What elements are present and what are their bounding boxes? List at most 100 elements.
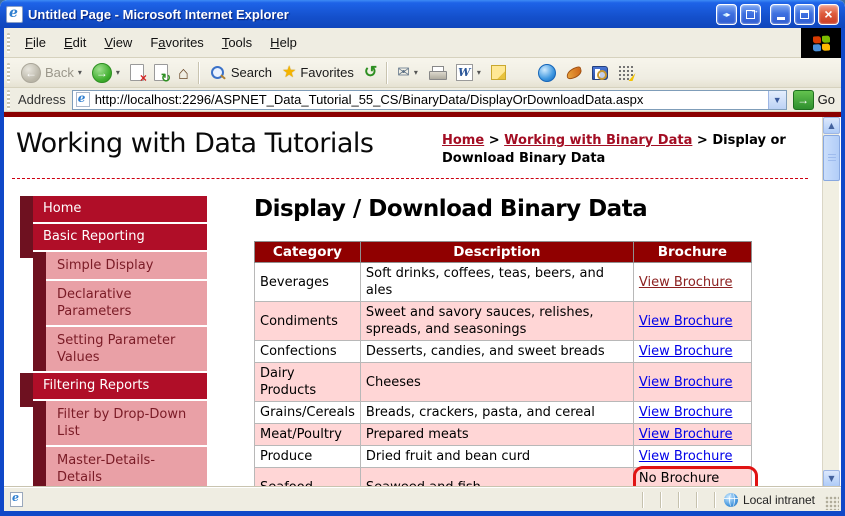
column-header-brochure: Brochure [633,242,751,263]
capture-button[interactable] [561,66,587,80]
favorites-button[interactable]: ★ Favorites [277,63,359,83]
site-title: Working with Data Tutorials [16,128,373,168]
column-header-description: Description [360,242,633,263]
sidebar-item-declarative-parameters[interactable]: Declarative Parameters [46,281,207,325]
discuss-button[interactable] [486,63,511,82]
sidebar-item-master-details-details[interactable]: Master-Details-Details [46,447,207,487]
brochure-cell: View Brochure [633,402,751,424]
research-button[interactable] [587,64,613,82]
nav-accent [20,224,33,258]
refresh-button[interactable]: ↻ [149,62,173,83]
brochure-cell: View Brochure [633,302,751,341]
description-cell: Soft drinks, coffees, teas, beers, and a… [360,263,633,302]
scrollbar-thumb[interactable] [823,135,840,181]
sidebar-item-setting-parameter-values[interactable]: Setting Parameter Values [46,327,207,371]
menu-bar: FileEditViewFavoritesToolsHelp [4,28,841,58]
scroll-up-icon[interactable]: ▲ [823,117,840,134]
view-brochure-link[interactable]: View Brochure [639,314,733,329]
data-table-body: BeveragesSoft drinks, coffees, teas, bee… [255,263,752,488]
description-cell: Dried fruit and bean curd [360,446,633,468]
toolbar-separator [386,62,388,84]
category-cell: Meat/Poultry [255,424,361,446]
toolbar-separator [198,62,200,84]
window-frame [0,28,4,511]
address-input[interactable]: e http://localhost:2296/ASPNET_Data_Tuto… [72,90,787,110]
export-button[interactable] [740,4,761,25]
table-row: SeafoodSeaweed and fishNo Brochure Avail… [255,468,752,488]
print-button[interactable] [423,64,451,82]
home-icon: ⌂ [178,64,189,82]
search-button[interactable]: Search [204,62,277,84]
address-dropdown-icon[interactable]: ▼ [768,91,786,109]
resize-grip[interactable] [825,496,839,510]
mail-dropdown-icon: ▾ [414,68,418,77]
view-brochure-link[interactable]: View Brochure [639,375,733,390]
description-cell: Cheeses [360,363,633,402]
menu-item-tools[interactable]: Tools [213,30,261,55]
word-dropdown-icon: ▾ [477,68,481,77]
toolbar-grip[interactable] [7,63,10,83]
breadcrumb: Home > Working with Binary Data > Displa… [442,132,794,168]
breadcrumb-binary-data-link[interactable]: Working with Binary Data [504,133,692,148]
status-divider [678,492,680,508]
data-table: Category Description Brochure BeveragesS… [254,241,752,487]
view-brochure-link[interactable]: View Brochure [639,275,733,290]
sidebar-item-home[interactable]: Home [20,196,207,222]
menu-item-edit[interactable]: Edit [55,30,95,55]
table-row: ProduceDried fruit and bean curdView Bro… [255,446,752,468]
breadcrumb-home-link[interactable]: Home [442,133,484,148]
category-cell: Beverages [255,263,361,302]
window-frame [841,28,845,511]
vertical-scrollbar[interactable]: ▲ ▼ [822,117,839,487]
word-icon: W [456,64,473,81]
menu-item-view[interactable]: View [95,30,141,55]
sidebar-item-filtering-reports[interactable]: Filtering Reports [20,373,207,399]
sidebar-item-basic-reporting[interactable]: Basic Reporting [20,224,207,250]
messenger-icon [538,64,556,82]
no-brochure-text: No Brochure Available [639,470,746,487]
menu-item-help[interactable]: Help [261,30,306,55]
table-row: Meat/PoultryPrepared meatsView Brochure [255,424,752,446]
sidebar-nav: HomeBasic ReportingSimple DisplayDeclara… [20,196,207,487]
sidebar-item-filter-by-drop-down-list[interactable]: Filter by Drop-Down List [46,401,207,445]
status-zone-label: Local intranet [743,493,815,507]
address-grip[interactable] [7,90,10,110]
menu-item-favorites[interactable]: Favorites [141,30,212,55]
menu-item-file[interactable]: File [16,30,55,55]
brochure-cell: View Brochure [633,363,751,402]
sidebar-item-simple-display[interactable]: Simple Display [46,252,207,279]
brochure-cell: View Brochure [633,446,751,468]
history-icon: ↺ [364,65,377,81]
nav-arrows-button[interactable]: ◂▸ [716,4,737,25]
go-button[interactable]: → [793,90,814,110]
maximize-button[interactable] [794,4,815,25]
view-brochure-link[interactable]: View Brochure [639,449,733,464]
toolbar: ← Back ▾ → ▾ × ↻ ⌂ Search ★ Favorites ↺ … [4,58,841,88]
stop-button[interactable]: × [125,62,149,83]
view-brochure-link[interactable]: View Brochure [639,405,733,420]
home-button[interactable]: ⌂ [173,62,194,84]
view-brochure-link[interactable]: View Brochure [639,344,733,359]
forward-button[interactable]: → ▾ [87,61,125,85]
nav-accent [20,373,33,407]
minimize-button[interactable] [770,4,791,25]
status-divider [642,492,644,508]
tools-grid-button[interactable] [613,63,639,83]
forward-dropdown-icon: ▾ [116,68,120,77]
category-cell: Condiments [255,302,361,341]
edit-word-button[interactable]: W ▾ [451,62,486,83]
status-page-icon: e [10,492,23,507]
scroll-down-icon[interactable]: ▼ [823,470,840,487]
back-icon: ← [21,63,41,83]
menu-grip[interactable] [7,33,10,53]
messenger-button[interactable] [533,62,561,84]
history-button[interactable]: ↺ [359,63,382,83]
back-button[interactable]: ← Back ▾ [16,61,87,85]
close-button[interactable]: × [818,4,839,25]
description-cell: Desserts, candies, and sweet breads [360,341,633,363]
mail-button[interactable]: ✉ ▾ [392,63,423,82]
table-row: CondimentsSweet and savory sauces, relis… [255,302,752,341]
status-divider [714,492,716,508]
view-brochure-link[interactable]: View Brochure [639,427,733,442]
brochure-cell: No Brochure Available [633,468,751,488]
